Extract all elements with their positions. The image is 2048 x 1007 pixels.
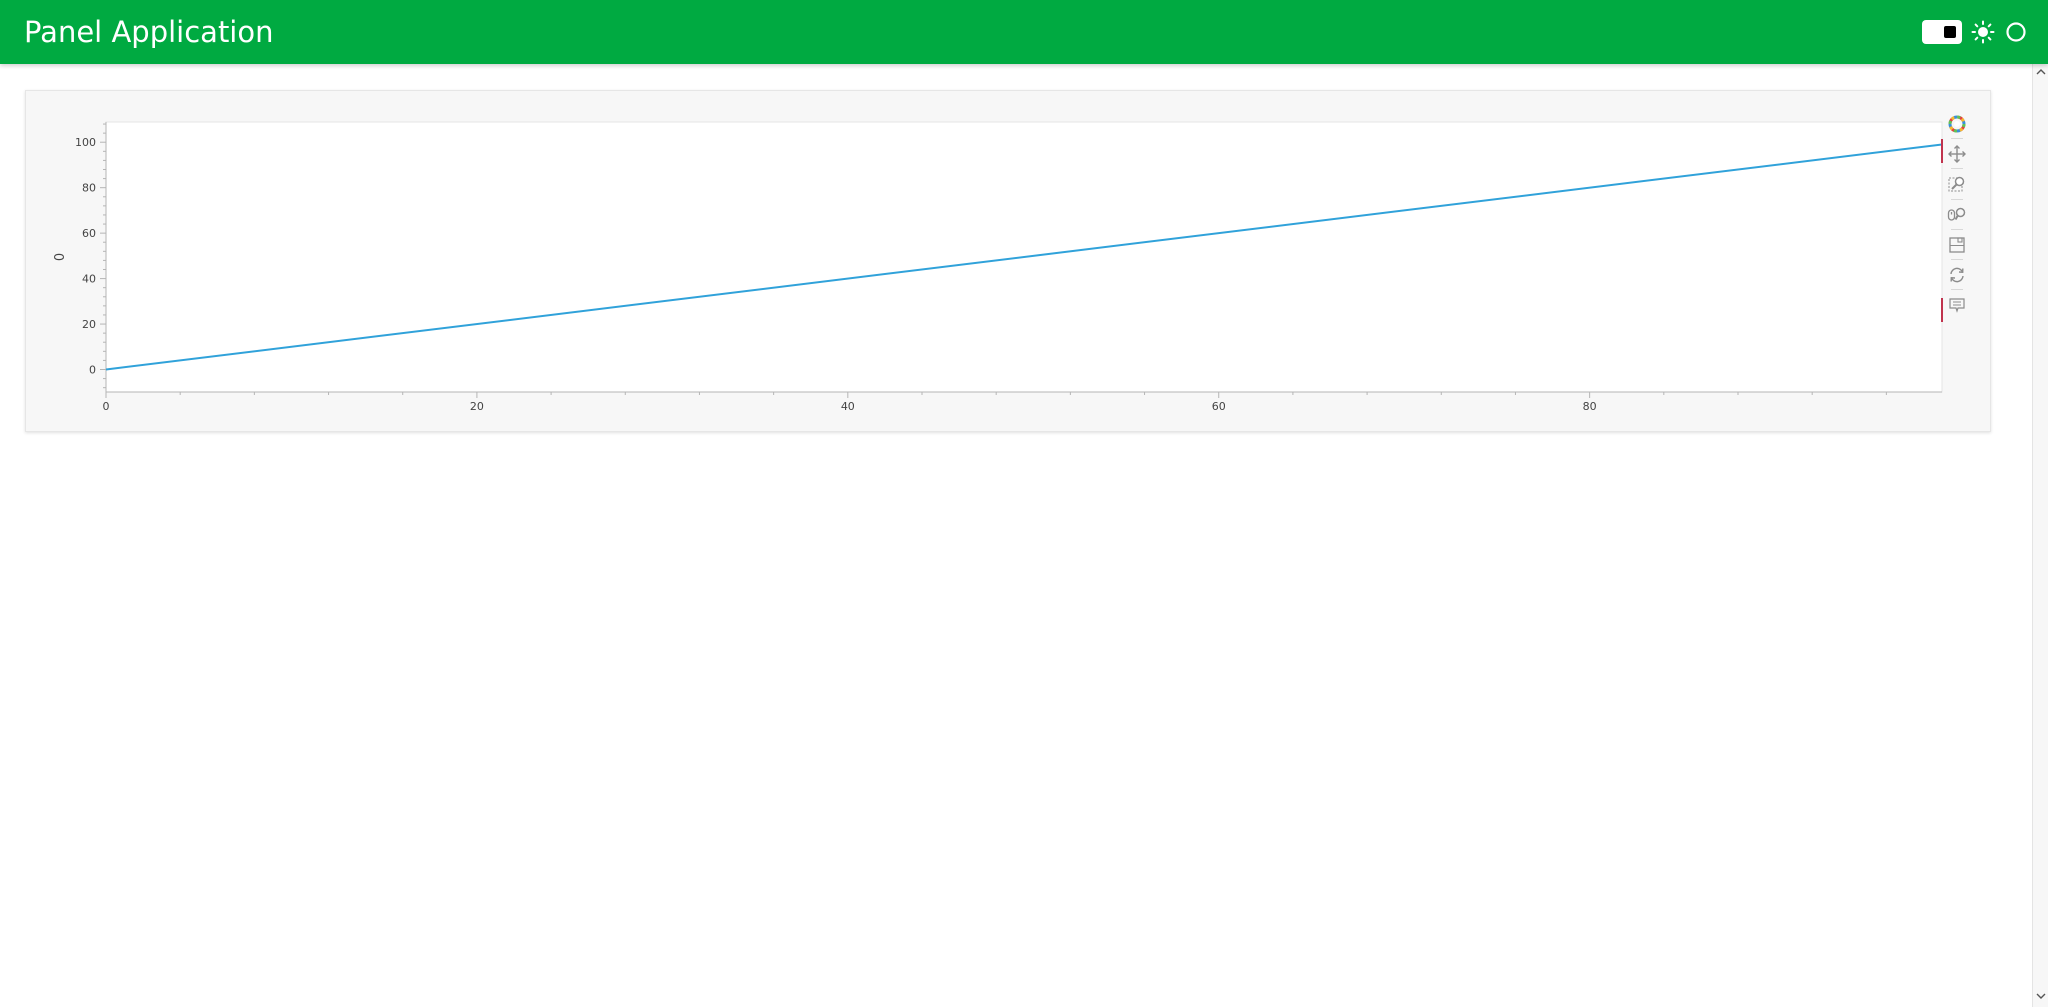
circle-status-icon	[2006, 22, 2026, 42]
y-tick-label: 80	[82, 182, 96, 195]
x-tick-label: 80	[1583, 400, 1597, 413]
plot-card: 0 20 40 60 80 0 20 40 60 80 100 0	[25, 90, 1991, 432]
page-title: Panel Application	[24, 15, 274, 49]
y-tick-label: 40	[82, 273, 96, 286]
x-tick-label: 0	[103, 400, 110, 413]
reset-icon[interactable]	[1942, 262, 1972, 288]
toolbar-separator	[1951, 199, 1963, 200]
toggle-knob	[1944, 26, 1956, 38]
hover-icon[interactable]	[1942, 292, 1972, 318]
y-tick-label: 20	[82, 318, 96, 331]
y-axis-label: 0	[53, 253, 68, 261]
y-tick-label: 100	[75, 136, 96, 149]
pan-icon[interactable]	[1942, 141, 1972, 167]
box-zoom-icon[interactable]	[1942, 171, 1972, 197]
wheel-zoom-icon[interactable]	[1942, 202, 1972, 228]
toolbar-separator	[1951, 168, 1963, 169]
toolbar-separator	[1951, 138, 1963, 139]
plot-toolbar	[1942, 111, 1972, 341]
scroll-up-icon[interactable]	[2035, 66, 2047, 78]
theme-toggle-switch[interactable]	[1922, 20, 1962, 44]
y-tick-label: 0	[89, 364, 96, 377]
y-tick-label: 60	[82, 227, 96, 240]
x-tick-label: 60	[1212, 400, 1226, 413]
vertical-scrollbar[interactable]	[2032, 64, 2048, 1007]
main-content: 0 20 40 60 80 0 20 40 60 80 100 0	[0, 64, 2032, 1007]
scroll-down-icon[interactable]	[2035, 990, 2047, 1002]
toolbar-separator	[1951, 289, 1963, 290]
bokeh-logo-icon[interactable]	[1942, 111, 1972, 137]
sun-icon[interactable]	[1971, 20, 1995, 44]
toolbar-separator	[1951, 229, 1963, 230]
x-tick-label: 20	[470, 400, 484, 413]
toolbar-separator	[1951, 259, 1963, 260]
app-header: Panel Application	[0, 0, 2048, 64]
line-chart[interactable]: 0 20 40 60 80 0 20 40 60 80 100 0	[26, 91, 1990, 431]
save-icon[interactable]	[1942, 232, 1972, 258]
x-tick-label: 40	[841, 400, 855, 413]
